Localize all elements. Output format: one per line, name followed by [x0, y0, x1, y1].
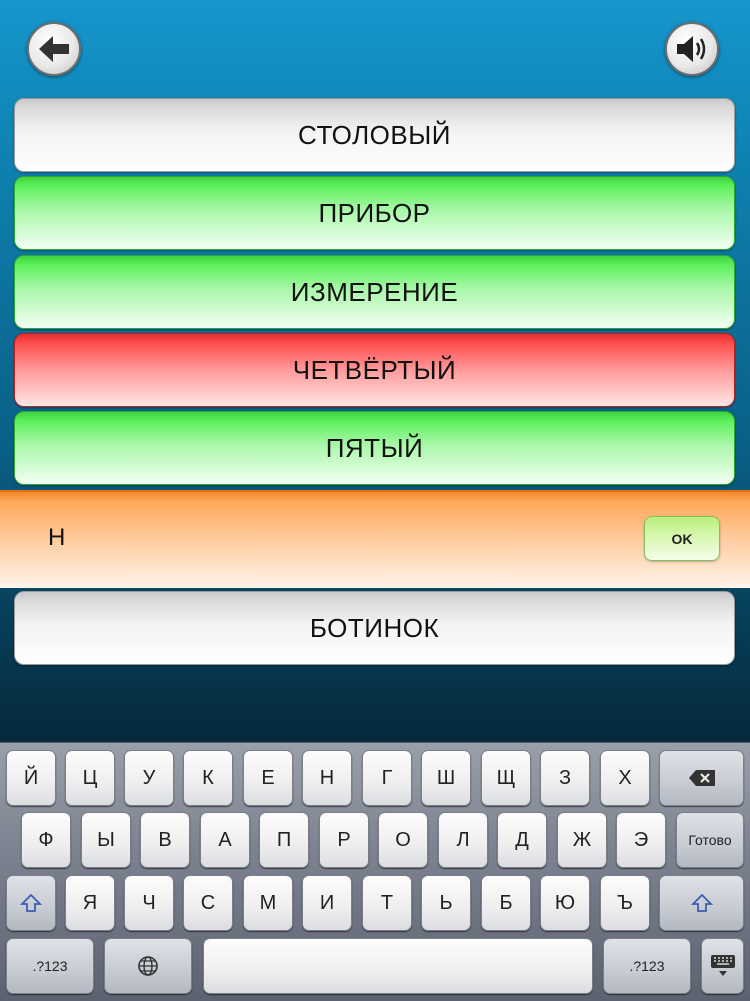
- key[interactable]: Щ: [481, 750, 531, 806]
- answer-input-band[interactable]: Н OK: [0, 490, 750, 588]
- globe-icon: [138, 956, 158, 976]
- word-option-label: ИЗМЕРЕНИЕ: [290, 276, 459, 307]
- key[interactable]: Ы: [81, 812, 131, 868]
- key[interactable]: Ю: [540, 875, 590, 931]
- key[interactable]: К: [183, 750, 233, 806]
- key[interactable]: Ж: [557, 812, 607, 868]
- shift-key-left[interactable]: [6, 875, 56, 931]
- key[interactable]: М: [243, 875, 293, 931]
- onscreen-keyboard: Й Ц У К Е Н Г Ш Щ З Х Ф Ы В А П Р О Л Д …: [0, 742, 750, 1001]
- key[interactable]: С: [183, 875, 233, 931]
- key[interactable]: Ф: [21, 812, 71, 868]
- key[interactable]: Ч: [124, 875, 174, 931]
- key[interactable]: Ш: [421, 750, 471, 806]
- word-option-label: СТОЛОВЫЙ: [298, 119, 451, 150]
- shift-icon: [690, 893, 713, 912]
- word-option-extra[interactable]: БОТИНОК: [14, 591, 735, 665]
- back-button[interactable]: [27, 22, 81, 76]
- key[interactable]: Э: [616, 812, 666, 868]
- ok-button[interactable]: OK: [644, 516, 720, 561]
- keyboard-hide-icon: [710, 955, 735, 976]
- key[interactable]: Д: [497, 812, 547, 868]
- backspace-key[interactable]: [659, 750, 744, 806]
- key[interactable]: Т: [362, 875, 412, 931]
- top-bar: [0, 0, 750, 95]
- word-option-label: ПРИБОР: [318, 197, 431, 228]
- word-option-label: ПЯТЫЙ: [325, 432, 424, 463]
- word-option-3[interactable]: ИЗМЕРЕНИЕ: [14, 255, 735, 329]
- globe-key[interactable]: [104, 938, 192, 994]
- key[interactable]: Л: [438, 812, 488, 868]
- speaker-icon: [677, 36, 706, 62]
- word-option-4[interactable]: ЧЕТВЁРТЫЙ: [14, 333, 735, 407]
- key[interactable]: Й: [6, 750, 56, 806]
- key[interactable]: Ц: [65, 750, 115, 806]
- hide-keyboard-key[interactable]: [701, 938, 744, 994]
- space-key[interactable]: [203, 938, 593, 994]
- key[interactable]: Е: [243, 750, 293, 806]
- word-option-1[interactable]: СТОЛОВЫЙ: [14, 98, 735, 172]
- word-option-label: БОТИНОК: [309, 612, 440, 643]
- key[interactable]: Н: [302, 750, 352, 806]
- key[interactable]: З: [540, 750, 590, 806]
- sound-button[interactable]: [665, 22, 719, 76]
- word-option-2[interactable]: ПРИБОР: [14, 176, 735, 250]
- done-key[interactable]: Готово: [676, 812, 744, 868]
- answer-input-text[interactable]: Н: [48, 524, 65, 552]
- word-option-label: ЧЕТВЁРТЫЙ: [292, 354, 457, 385]
- numbers-key-left[interactable]: .?123: [6, 938, 94, 994]
- key[interactable]: У: [124, 750, 174, 806]
- key[interactable]: А: [200, 812, 250, 868]
- shift-key-right[interactable]: [659, 875, 744, 931]
- word-option-5[interactable]: ПЯТЫЙ: [14, 411, 735, 485]
- key[interactable]: Б: [481, 875, 531, 931]
- key[interactable]: Г: [362, 750, 412, 806]
- key[interactable]: П: [259, 812, 309, 868]
- shift-icon: [20, 893, 42, 912]
- key[interactable]: Я: [65, 875, 115, 931]
- numbers-key-right[interactable]: .?123: [603, 938, 691, 994]
- arrow-left-icon: [39, 36, 69, 62]
- key[interactable]: В: [140, 812, 190, 868]
- key[interactable]: Х: [600, 750, 650, 806]
- key[interactable]: Ъ: [600, 875, 650, 931]
- key[interactable]: О: [378, 812, 428, 868]
- backspace-icon: [688, 770, 715, 786]
- key[interactable]: И: [302, 875, 352, 931]
- key[interactable]: Р: [319, 812, 369, 868]
- key[interactable]: Ь: [421, 875, 471, 931]
